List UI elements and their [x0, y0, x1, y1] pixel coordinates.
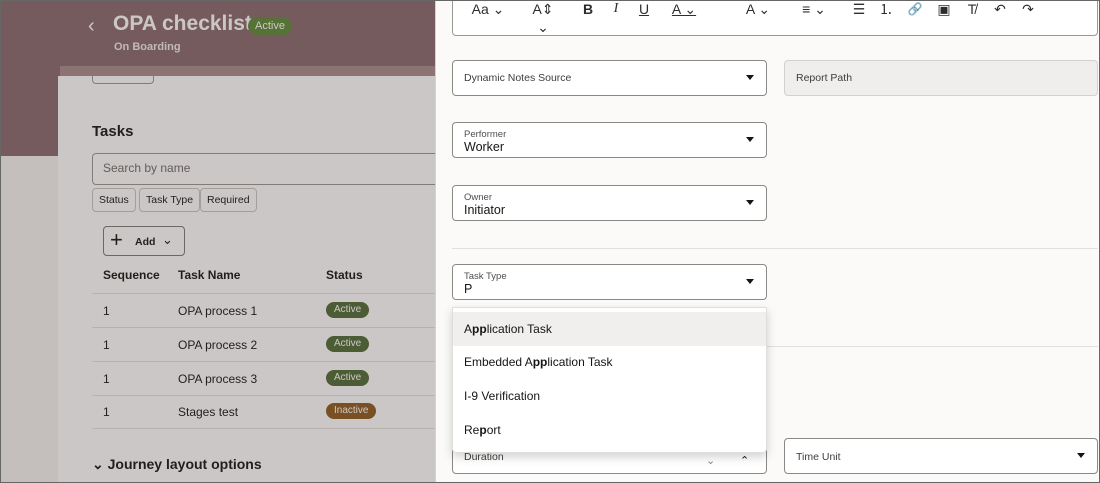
option-text: lication Task [486, 322, 552, 336]
option-text: Re [464, 423, 480, 437]
column-header-task-name[interactable]: Task Name [178, 268, 240, 282]
back-button[interactable]: ‹ [88, 14, 106, 38]
column-header-sequence[interactable]: Sequence [103, 268, 160, 282]
section-divider [452, 248, 1098, 249]
time-unit-select[interactable]: Time Unit [784, 438, 1098, 474]
chevron-up-icon[interactable]: ⌃ [740, 454, 749, 467]
tasks-heading: Tasks [92, 123, 134, 140]
caret-down-icon [746, 137, 754, 142]
row-divider [92, 293, 435, 294]
dynamic-notes-source-select[interactable]: Dynamic Notes Source [452, 60, 767, 96]
caret-down-icon [746, 200, 754, 205]
field-value: Worker [464, 140, 505, 154]
highlight-color-icon[interactable]: A ⌄ [741, 0, 775, 18]
field-label: Task Type [464, 271, 507, 282]
report-path-field: Report Path [784, 60, 1098, 96]
status-badge: Active [326, 302, 370, 318]
row-divider [92, 361, 435, 362]
filter-chip-required[interactable]: Required [200, 188, 257, 212]
cell-sequence: 1 [103, 338, 110, 352]
numbered-list-icon[interactable]: ⒈ [878, 0, 894, 18]
clear-format-icon[interactable]: T̸ [963, 0, 981, 18]
link-icon[interactable]: 🔗 [906, 0, 924, 18]
status-badge: Inactive [326, 403, 377, 419]
caret-down-icon [746, 75, 754, 80]
bulleted-list-icon[interactable]: ☰ [851, 0, 867, 18]
option-match: pp [472, 322, 487, 336]
text-size-icon[interactable]: A⇕ ⌄ [527, 0, 559, 35]
field-placeholder: Report Path [796, 72, 853, 84]
option-application-task[interactable]: Application Task [453, 312, 766, 346]
checklist-page: ‹ OPA checklist Active On Boarding Tasks… [0, 0, 435, 483]
undo-icon[interactable]: ↶ [991, 0, 1009, 18]
field-placeholder: Dynamic Notes Source [464, 72, 572, 84]
cell-task-name[interactable]: OPA process 1 [178, 304, 257, 318]
journey-layout-options-toggle[interactable]: ⌄ Journey layout options [92, 456, 262, 473]
font-size-icon[interactable]: Aa ⌄ [471, 0, 505, 18]
section-title-text: Journey layout options [107, 456, 262, 472]
plus-icon: + [110, 227, 123, 252]
search-placeholder: Search by name [103, 161, 191, 175]
bold-icon[interactable]: B [581, 0, 595, 18]
underline-icon[interactable]: U [637, 0, 651, 18]
option-embedded-application-task[interactable]: Embedded Application Task [453, 345, 766, 379]
cell-sequence: 1 [103, 405, 110, 419]
field-placeholder: Time Unit [796, 451, 841, 463]
option-text: A [464, 322, 473, 336]
add-button-label: Add [135, 236, 156, 248]
chevron-down-icon: ⌄ [162, 232, 173, 247]
field-label: Performer [464, 129, 507, 140]
section-divider [767, 346, 1098, 347]
option-i9-verification[interactable]: I-9 Verification [453, 379, 766, 413]
owner-select[interactable]: Owner Initiator [452, 185, 767, 221]
tab-stub [92, 76, 154, 84]
option-text: lication Task [547, 355, 613, 369]
rich-text-toolbar: Aa ⌄ A⇕ ⌄ B I U A ⌄ A ⌄ ≡ ⌄ ☰ ⒈ 🔗 ▣ T̸ ↶… [452, 0, 1098, 36]
cell-sequence: 1 [103, 372, 110, 386]
status-badge: Active [326, 336, 370, 352]
field-value: Initiator [464, 203, 505, 217]
performer-select[interactable]: Performer Worker [452, 122, 767, 158]
font-color-icon[interactable]: A ⌄ [669, 0, 699, 18]
option-match: p [479, 423, 487, 437]
option-match: pp [532, 355, 548, 369]
task-drawer: Aa ⌄ A⇕ ⌄ B I U A ⌄ A ⌄ ≡ ⌄ ☰ ⒈ 🔗 ▣ T̸ ↶… [435, 0, 1100, 483]
italic-icon[interactable]: I [609, 0, 623, 18]
option-text: ort [486, 423, 501, 437]
cell-task-name[interactable]: OPA process 2 [178, 338, 257, 352]
task-type-combobox[interactable]: Task Type P [452, 264, 767, 300]
row-divider [92, 428, 435, 429]
task-type-options-list: Application Task Embedded Application Ta… [452, 307, 767, 453]
option-report[interactable]: Report [453, 413, 766, 447]
status-badge: Active [326, 370, 370, 386]
caret-down-icon [746, 279, 754, 284]
status-badge: Active [248, 17, 292, 35]
redo-icon[interactable]: ↷ [1019, 0, 1037, 18]
field-value: P [464, 282, 473, 296]
align-icon[interactable]: ≡ ⌄ [797, 0, 831, 18]
page-title: OPA checklist [113, 12, 252, 35]
option-text: I-9 Verification [464, 389, 541, 403]
page-subtitle: On Boarding [114, 41, 181, 53]
row-divider [92, 327, 435, 328]
field-label: Owner [464, 192, 492, 203]
chevron-down-icon[interactable]: ⌄ [706, 454, 715, 467]
filter-chip-task-type[interactable]: Task Type [139, 188, 201, 212]
caret-down-icon [1077, 453, 1085, 458]
chevron-down-icon: ⌄ [92, 456, 104, 472]
row-divider [92, 395, 435, 396]
column-header-status[interactable]: Status [326, 268, 363, 282]
cell-task-name[interactable]: Stages test [178, 405, 238, 419]
cell-task-name[interactable]: OPA process 3 [178, 372, 257, 386]
cell-sequence: 1 [103, 304, 110, 318]
media-icon[interactable]: ▣ [935, 0, 953, 18]
option-text: Embedded A [464, 355, 533, 369]
filter-chip-status[interactable]: Status [92, 188, 136, 212]
